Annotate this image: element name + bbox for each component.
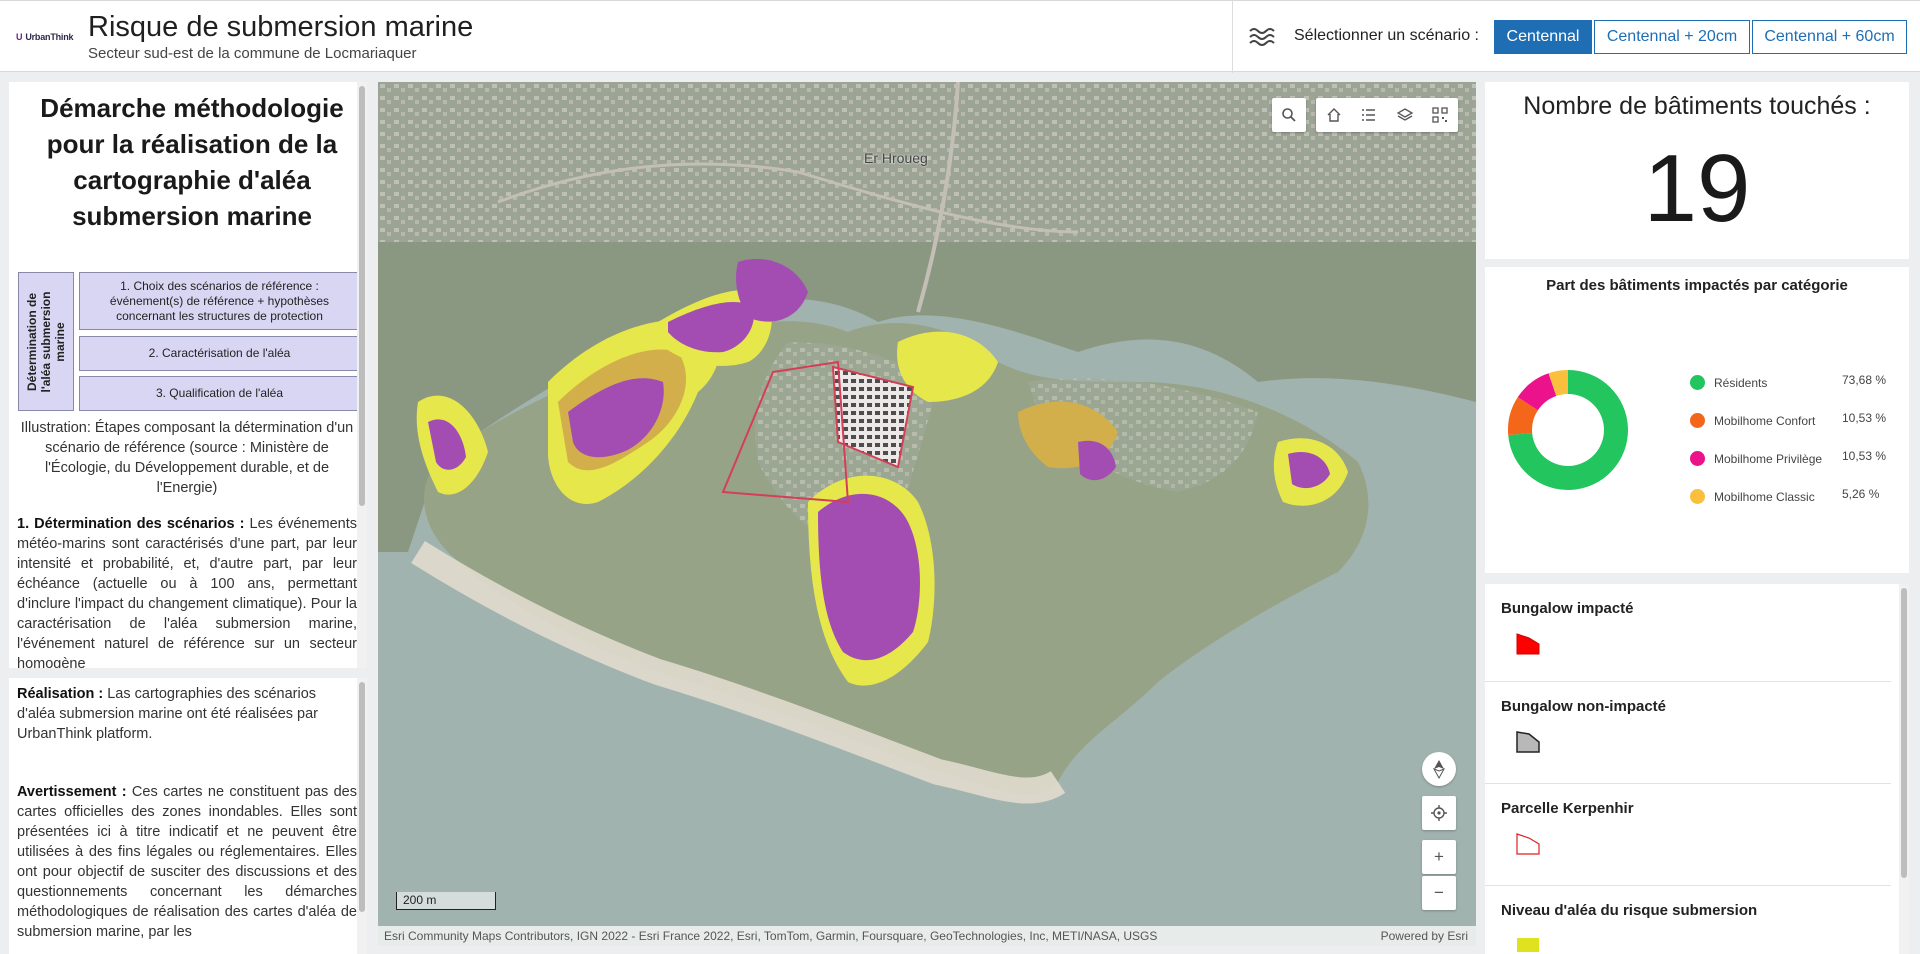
methodology-panel: Démarche méthodologie pour la réalisatio… xyxy=(9,82,367,668)
legend-percent: 10,53 % xyxy=(1842,411,1887,425)
warning-title: Avertissement : xyxy=(17,784,127,800)
legend-dot xyxy=(1690,489,1705,504)
legend-dot xyxy=(1690,413,1705,428)
info-panel: Réalisation : Las cartographies des scén… xyxy=(9,678,367,954)
count-value: 19 xyxy=(1643,135,1751,242)
legend-item-parcel-kerpenhir: Parcelle Kerpenhir xyxy=(1485,784,1891,886)
section-1-text: Les événements météo-marins sont caracté… xyxy=(17,516,357,668)
zoom-in-icon[interactable]: + xyxy=(1422,840,1456,874)
legend-title: Bungalow non-impacté xyxy=(1501,698,1666,715)
diagram-step-2: 2. Caractérisation de l'aléa xyxy=(79,336,360,371)
layers-icon[interactable] xyxy=(1387,98,1423,132)
place-label: Er Hroueg xyxy=(864,150,928,166)
powered-by-esri[interactable]: Powered by Esri xyxy=(1381,926,1468,946)
header-divider xyxy=(1232,1,1233,73)
illustration-caption: Illustration: Étapes composant la déterm… xyxy=(20,420,354,496)
legend-label: Mobilhome Confort xyxy=(1714,414,1816,428)
diagram-step-1: 1. Choix des scénarios de référence : év… xyxy=(79,272,360,330)
methodology-scrollbar[interactable] xyxy=(357,82,367,668)
realisation-paragraph: Réalisation : Las cartographies des scén… xyxy=(17,684,357,744)
legend-label: Résidents xyxy=(1714,376,1768,390)
legend-dot xyxy=(1690,451,1705,466)
warning-paragraph: Avertissement : Ces cartes ne constituen… xyxy=(17,782,357,942)
methodology-title: Démarche méthodologie pour la réalisatio… xyxy=(40,93,344,231)
legend-item-hazard-level: Niveau d'aléa du risque submersion xyxy=(1485,886,1891,954)
map-view[interactable]: Er Hroueg + − 200 m Esri Community Maps … xyxy=(378,82,1476,946)
section-1-paragraph: 1. Détermination des scénarios : Les évé… xyxy=(17,514,357,668)
count-title: Nombre de bâtiments touchés : xyxy=(1523,92,1871,120)
map-legend-card: Bungalow impacté Bungalow non-impacté Pa… xyxy=(1485,584,1909,954)
legend-title: Bungalow impacté xyxy=(1501,600,1634,617)
legend-percent: 5,26 % xyxy=(1842,487,1880,501)
legend-scrollbar[interactable] xyxy=(1899,584,1909,954)
zoom-out-icon[interactable]: − xyxy=(1422,876,1456,910)
legend-title: Parcelle Kerpenhir xyxy=(1501,800,1634,817)
scenario-label: Sélectionner un scénario : xyxy=(1294,27,1479,44)
red-polygon-icon xyxy=(1516,633,1540,655)
app-header: U UrbanThink Risque de submersion marine … xyxy=(0,0,1920,73)
map-toolbar xyxy=(1316,98,1458,132)
legend-percent: 10,53 % xyxy=(1842,449,1887,463)
donut-chart xyxy=(1508,370,1628,490)
compass-icon[interactable] xyxy=(1422,752,1456,786)
scenario-centennal-button[interactable]: Centennal xyxy=(1494,20,1592,54)
grey-polygon-icon xyxy=(1516,731,1540,753)
scenario-centennal-60cm-button[interactable]: Centennal + 60cm xyxy=(1752,20,1907,54)
legend-item-bungalow-impacted: Bungalow impacté xyxy=(1485,584,1891,682)
qr-icon[interactable] xyxy=(1423,98,1459,132)
locate-icon[interactable] xyxy=(1422,796,1456,830)
page-title: Risque de submersion marine xyxy=(88,11,474,43)
list-icon[interactable] xyxy=(1352,98,1388,132)
legend-percent: 73,68 % xyxy=(1842,373,1887,387)
home-icon[interactable] xyxy=(1316,98,1352,132)
legend-item-bungalow-not-impacted: Bungalow non-impacté xyxy=(1485,682,1891,784)
map-imagery xyxy=(378,82,1476,946)
realisation-title: Réalisation : xyxy=(17,686,104,702)
scale-bar: 200 m xyxy=(396,892,496,910)
hazard-swatch-icon xyxy=(1517,938,1539,952)
red-outline-polygon-icon xyxy=(1516,833,1540,855)
diagram-vertical-label: Détermination de l'aléa submersion marin… xyxy=(18,272,74,411)
waves-icon xyxy=(1249,28,1275,46)
scenario-centennal-20cm-button[interactable]: Centennal + 20cm xyxy=(1594,20,1750,54)
section-1-title: 1. Détermination des scénarios : xyxy=(17,516,245,532)
search-icon[interactable] xyxy=(1272,98,1306,132)
warning-text: Ces cartes ne constituent pas des cartes… xyxy=(17,784,357,940)
attribution-text: Esri Community Maps Contributors, IGN 20… xyxy=(384,929,1158,943)
urbanthink-logo: U UrbanThink xyxy=(16,32,74,42)
building-count-card: Nombre de bâtiments touchés : 19 xyxy=(1485,82,1909,259)
legend-dot xyxy=(1690,375,1705,390)
category-chart-card: Part des bâtiments impactés par catégori… xyxy=(1485,267,1909,573)
legend-title: Niveau d'aléa du risque submersion xyxy=(1501,902,1758,919)
info-scrollbar[interactable] xyxy=(357,678,367,954)
chart-title: Part des bâtiments impactés par catégori… xyxy=(1546,277,1848,294)
legend-label: Mobilhome Classic xyxy=(1714,490,1815,504)
page-subtitle: Secteur sud-est de la commune de Locmari… xyxy=(88,45,417,62)
map-attribution: Esri Community Maps Contributors, IGN 20… xyxy=(378,926,1476,946)
diagram-step-3: 3. Qualification de l'aléa xyxy=(79,376,360,411)
legend-label: Mobilhome Privilège xyxy=(1714,452,1823,466)
